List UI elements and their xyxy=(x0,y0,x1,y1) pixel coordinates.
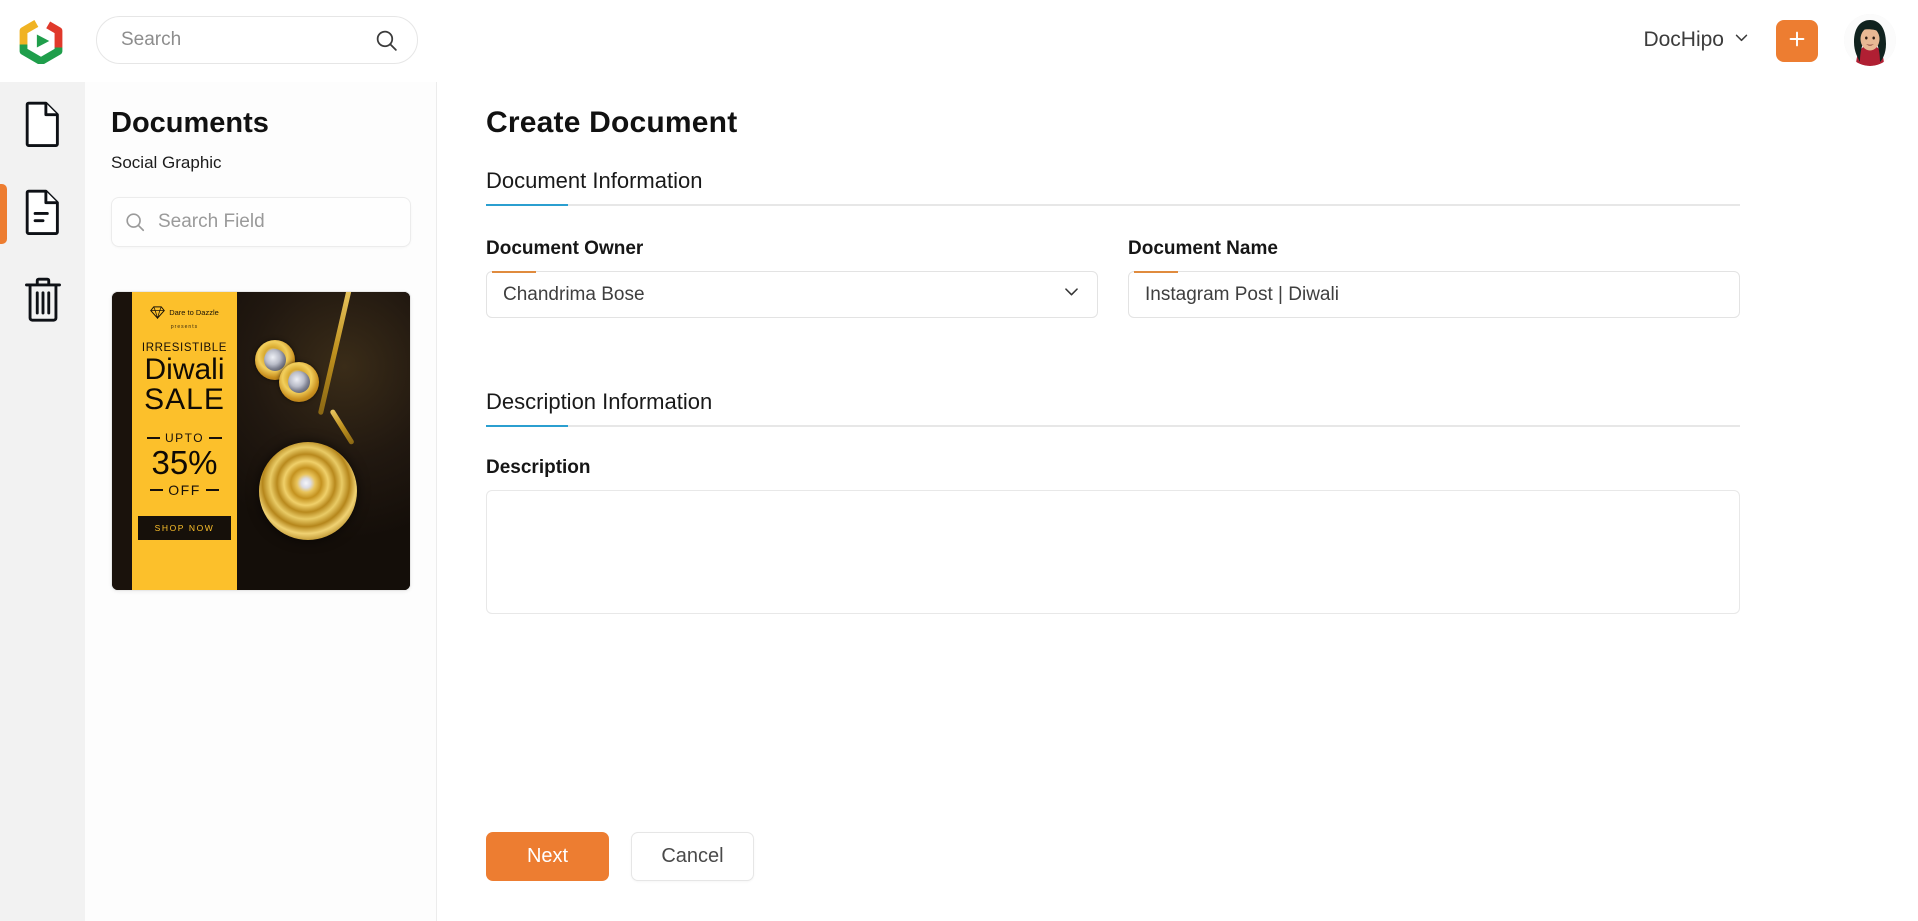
section-heading: Document Information xyxy=(486,168,703,193)
section-heading: Description Information xyxy=(486,389,713,414)
documents-panel-subtitle: Social Graphic xyxy=(111,153,222,172)
field-label: Document Owner xyxy=(486,238,644,259)
page-title: Create Document xyxy=(486,106,738,139)
thumbnail-left-strip xyxy=(112,292,132,590)
global-search[interactable] xyxy=(96,16,418,64)
field-description: Description xyxy=(486,457,1740,614)
thumbnail-off: OFF xyxy=(168,482,201,498)
thumbnail-text-panel: Dare to Dazzle presents IRRESISTIBLE Diw… xyxy=(132,292,237,590)
thumbnail-presents: presents xyxy=(170,324,199,330)
diamond-icon xyxy=(150,306,166,319)
trash-icon xyxy=(22,277,64,328)
top-bar: DocHipo xyxy=(0,0,1918,82)
plus-icon xyxy=(1786,28,1808,55)
document-owner-select[interactable]: Chandrima Bose xyxy=(486,271,1098,318)
document-name-input[interactable]: Instagram Post | Diwali xyxy=(1128,271,1740,318)
thumbnail-off-row: OFF xyxy=(150,482,219,498)
description-textarea[interactable] xyxy=(486,490,1740,614)
chevron-down-icon xyxy=(1062,282,1081,307)
document-lines-icon xyxy=(23,189,63,240)
main-content: Create Document Document Information Doc… xyxy=(437,82,1918,921)
field-label: Description xyxy=(486,457,591,478)
dochipo-hexagon-play-logo-icon[interactable] xyxy=(18,16,64,66)
dash-right-icon xyxy=(209,437,223,439)
thumbnail-upto-row: UPTO xyxy=(146,431,223,445)
section-description-information: Description Information Description xyxy=(486,389,1740,614)
sidebar-item-my-documents[interactable] xyxy=(0,170,85,258)
field-label: Document Name xyxy=(1128,238,1278,259)
dash-right-icon xyxy=(205,489,219,491)
thumbnail-percent: 35% xyxy=(151,444,218,481)
document-owner-value: Chandrima Bose xyxy=(503,283,645,305)
cancel-button[interactable]: Cancel xyxy=(631,832,754,881)
thumbnail-photo xyxy=(237,292,410,590)
sidebar-item-new-document[interactable] xyxy=(0,82,85,170)
next-button[interactable]: Next xyxy=(486,832,609,881)
thumbnail-headline-2: SALE xyxy=(144,383,225,416)
section-document-information: Document Information Document Owner Chan… xyxy=(486,168,1740,318)
brand-menu[interactable]: DocHipo xyxy=(1643,20,1750,60)
document-thumbnail-card[interactable]: Dare to Dazzle presents IRRESISTIBLE Diw… xyxy=(111,291,411,591)
section-divider xyxy=(486,204,1740,206)
document-blank-icon xyxy=(23,101,63,152)
documents-search-input[interactable] xyxy=(156,210,405,234)
thumbnail-cta: SHOP NOW xyxy=(137,516,232,540)
form-row: Document Owner Chandrima Bose Document N… xyxy=(486,238,1740,318)
field-document-owner: Document Owner Chandrima Bose xyxy=(486,238,1098,318)
documents-search[interactable] xyxy=(111,197,411,247)
thumbnail-brand-text: Dare to Dazzle xyxy=(169,308,219,317)
thumbnail-brand: Dare to Dazzle xyxy=(150,306,219,319)
search-icon[interactable] xyxy=(373,27,399,53)
chevron-down-icon xyxy=(1733,29,1750,51)
section-divider xyxy=(486,425,1740,427)
documents-panel-title: Documents xyxy=(111,107,269,139)
form-actions: Next Cancel xyxy=(486,832,754,881)
search-icon xyxy=(124,210,146,234)
documents-panel: Documents Social Graphic Dare to Dazzle xyxy=(85,82,437,921)
dash-left-icon xyxy=(146,437,160,439)
sidebar-item-trash[interactable] xyxy=(0,258,85,346)
dash-left-icon xyxy=(150,489,164,491)
brand-menu-label: DocHipo xyxy=(1643,28,1724,51)
icon-rail xyxy=(0,82,85,921)
thumbnail-upto: UPTO xyxy=(164,431,205,445)
search-input[interactable] xyxy=(119,28,373,52)
document-name-value: Instagram Post | Diwali xyxy=(1145,283,1339,305)
field-document-name: Document Name Instagram Post | Diwali xyxy=(1128,238,1740,318)
thumbnail-headline-1: Diwali xyxy=(144,353,225,386)
create-new-button[interactable] xyxy=(1776,20,1818,62)
avatar[interactable] xyxy=(1844,14,1896,66)
